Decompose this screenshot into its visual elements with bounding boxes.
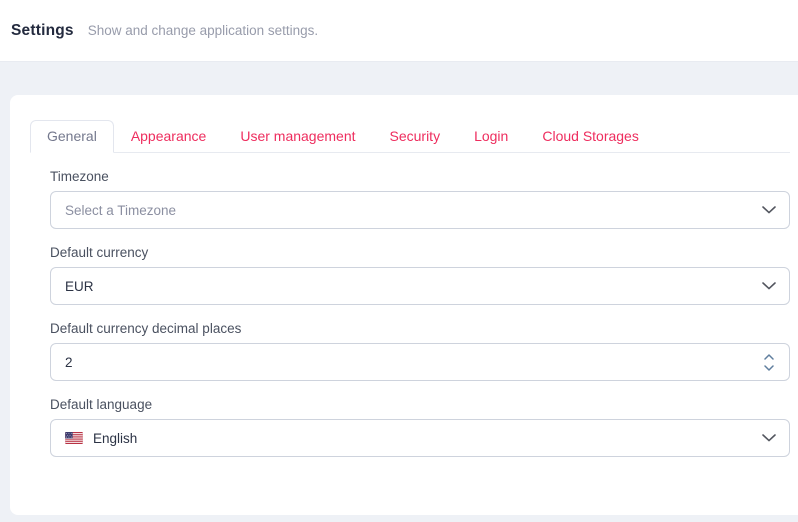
tab-general[interactable]: General	[30, 120, 114, 153]
tab-login[interactable]: Login	[457, 120, 525, 153]
tab-appearance[interactable]: Appearance	[114, 120, 224, 153]
timezone-placeholder: Select a Timezone	[65, 203, 176, 218]
settings-tab-bar: General Appearance User management Secur…	[30, 119, 790, 153]
spinner-up-icon	[764, 354, 774, 360]
language-label: Default language	[50, 397, 790, 413]
language-field-group: Default language	[50, 397, 790, 457]
decimals-field-group: Default currency decimal places 2	[50, 321, 790, 381]
number-spinner[interactable]	[764, 354, 776, 371]
chevron-down-icon	[762, 282, 776, 290]
currency-field-group: Default currency EUR	[50, 245, 790, 305]
general-tab-panel: Timezone Select a Timezone Default curre…	[30, 153, 790, 457]
page-header: Settings Show and change application set…	[0, 0, 798, 62]
tab-cloud-storages[interactable]: Cloud Storages	[525, 120, 656, 153]
chevron-down-icon	[762, 434, 776, 442]
timezone-label: Timezone	[50, 169, 790, 185]
currency-label: Default currency	[50, 245, 790, 261]
decimals-value: 2	[65, 355, 73, 370]
decimals-number-input[interactable]: 2	[50, 343, 790, 381]
chevron-down-icon	[762, 206, 776, 214]
spinner-down-icon	[764, 365, 774, 371]
language-select[interactable]: English	[50, 419, 790, 457]
page-title: Settings	[11, 22, 74, 40]
timezone-select[interactable]: Select a Timezone	[50, 191, 790, 229]
tab-user-management[interactable]: User management	[223, 120, 372, 153]
decimals-label: Default currency decimal places	[50, 321, 790, 337]
currency-select[interactable]: EUR	[50, 267, 790, 305]
settings-card: General Appearance User management Secur…	[10, 95, 798, 515]
page-subtitle: Show and change application settings.	[88, 23, 318, 38]
tab-security[interactable]: Security	[373, 120, 458, 153]
timezone-field-group: Timezone Select a Timezone	[50, 169, 790, 229]
currency-value: EUR	[65, 279, 94, 294]
language-value: English	[93, 431, 137, 446]
us-flag-icon	[65, 432, 83, 444]
